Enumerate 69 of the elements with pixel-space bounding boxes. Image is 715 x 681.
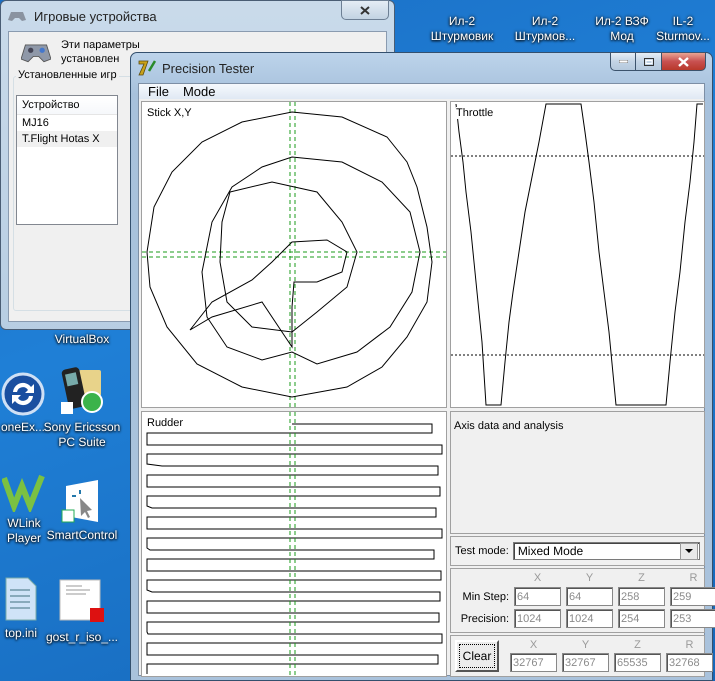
value-field[interactable]: 32768 <box>666 653 713 672</box>
desktop-icon-label[interactable]: Штурмов... <box>514 29 576 44</box>
value-field[interactable]: 32767 <box>510 653 557 672</box>
window-title: Игровые устройства <box>34 8 157 24</box>
plot-title: Throttle <box>456 107 494 119</box>
value-field[interactable]: 253 <box>670 609 715 628</box>
value-field[interactable]: 65535 <box>614 653 661 672</box>
value-field[interactable]: 1024 <box>514 609 561 628</box>
desktop-icon-label[interactable]: WLink <box>7 516 41 531</box>
maximize-button[interactable] <box>636 52 662 71</box>
row-label: Precision: <box>460 612 509 624</box>
menu-item[interactable]: Mode <box>176 84 222 99</box>
maximize-icon <box>644 58 654 66</box>
close-button[interactable] <box>341 0 389 20</box>
column-header: R <box>684 639 694 651</box>
desktop-icon-label[interactable]: Мод <box>610 29 634 44</box>
desktop-icon-label[interactable]: Player <box>6 531 41 546</box>
app-logo-icon <box>138 59 156 77</box>
analysis-text: Axis data and analysis <box>454 420 564 432</box>
plot-title: Stick X,Y <box>147 107 192 119</box>
value-field[interactable]: 32767 <box>562 653 609 672</box>
column-header: X <box>528 639 538 651</box>
column-header: Y <box>580 639 590 651</box>
desktop-icon-label[interactable]: IL-2 <box>672 14 694 29</box>
gamepad-icon <box>8 10 26 22</box>
desktop-icon-label[interactable]: VirtualBox <box>54 332 110 347</box>
desktop-icon-label[interactable]: SmartControl <box>46 528 118 543</box>
row-label: Min Step: <box>462 590 509 602</box>
caret-icon <box>685 549 693 553</box>
group-label: Установленные игр <box>16 69 119 81</box>
test-mode-dropdown[interactable]: Mixed Mode <box>512 542 700 560</box>
minimize-icon <box>618 60 628 63</box>
desktop-icon-label[interactable]: Ил-2 ВЗФ <box>595 14 649 29</box>
minimize-button[interactable] <box>610 52 636 71</box>
value-field[interactable]: 254 <box>618 609 665 628</box>
value-field[interactable]: 64 <box>514 587 561 606</box>
value-field[interactable]: 64 <box>566 587 613 606</box>
close-button[interactable] <box>662 52 706 71</box>
device-row[interactable]: MJ16 <box>17 115 117 131</box>
window-title: Precision Tester <box>162 60 254 76</box>
column-header: R <box>688 572 698 584</box>
plot-title: Rudder <box>147 417 184 429</box>
desktop-icon-label[interactable]: PC Suite <box>58 435 106 450</box>
close-icon <box>678 56 689 66</box>
desktop-icon-label[interactable]: Штурмовик <box>430 29 494 44</box>
close-icon <box>360 6 370 14</box>
desktop-icon-label[interactable]: Sony Ericsson <box>44 420 120 435</box>
column-header: Z <box>637 572 646 584</box>
device-row[interactable]: T.Flight Hotas X <box>17 131 117 147</box>
desktop-icon-label[interactable]: oneEx... <box>0 420 46 435</box>
desktop-icon-label[interactable]: top.ini <box>4 626 38 641</box>
desktop-icon-label[interactable]: Sturmov... <box>656 29 710 44</box>
test-mode-label: Test mode: <box>455 545 509 557</box>
phone-icon <box>59 366 105 416</box>
desktop-icon-label[interactable]: Ил-2 <box>448 14 476 29</box>
desktop-icon-label[interactable]: Ил-2 <box>532 14 558 29</box>
column-header: Z <box>633 639 642 651</box>
sync-icon <box>1 372 45 416</box>
value-field[interactable]: 259 <box>670 587 715 606</box>
value-field[interactable]: 258 <box>618 587 665 606</box>
column-header: Y <box>584 572 594 584</box>
file-icon <box>4 576 38 622</box>
clear-button[interactable]: Clear <box>455 640 499 672</box>
desktop-icon-label[interactable]: gost_r_iso_... <box>46 630 118 645</box>
description-text: установлен <box>61 52 120 66</box>
description-text: Эти параметры <box>61 38 140 52</box>
menu-item[interactable]: File <box>141 84 176 99</box>
value-field[interactable]: 1024 <box>566 609 613 628</box>
column-header: X <box>532 572 542 584</box>
